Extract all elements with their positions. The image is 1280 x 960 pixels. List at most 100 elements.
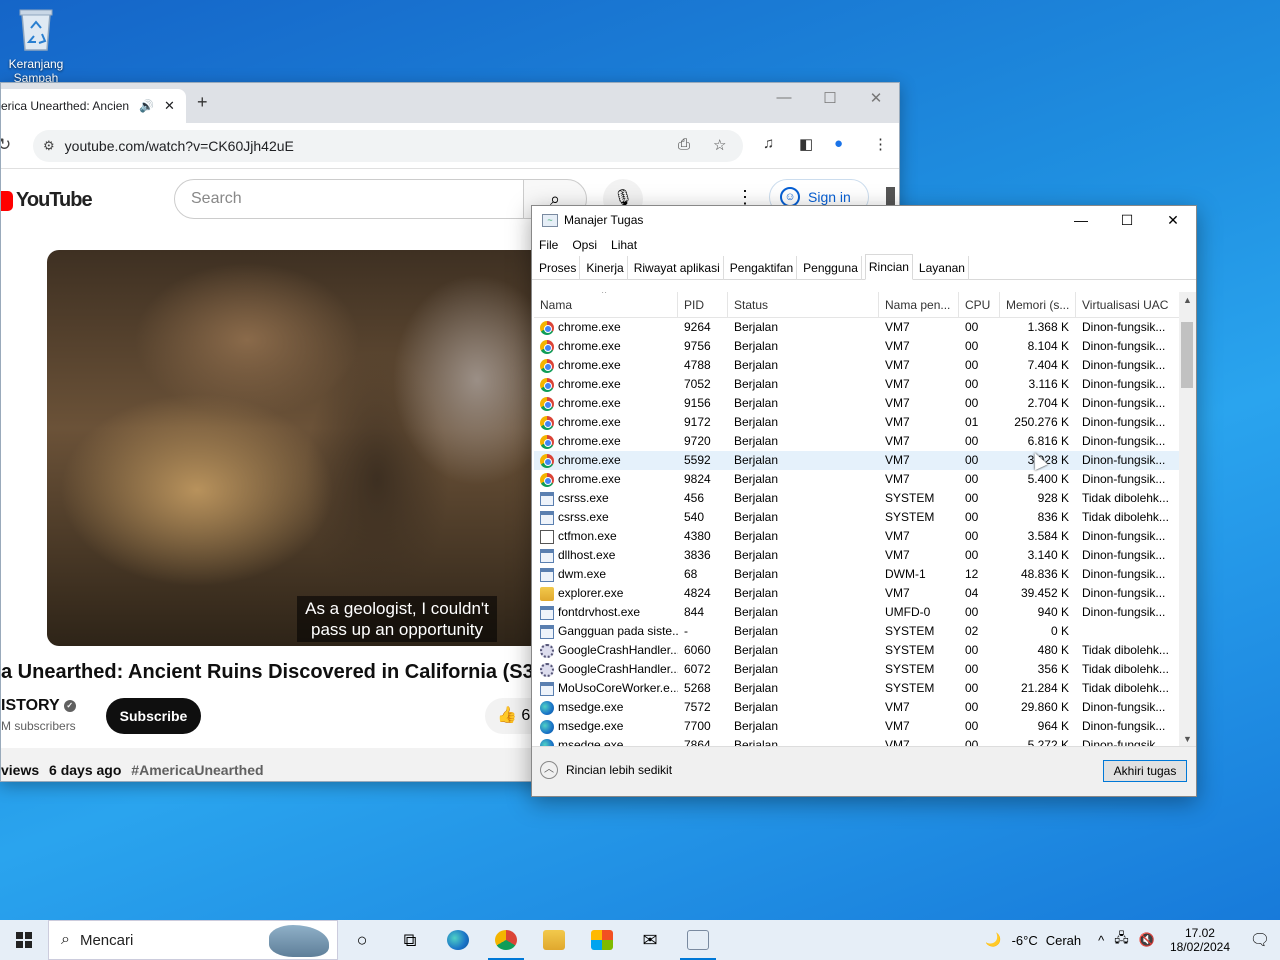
menu-file[interactable]: File (539, 238, 558, 252)
table-row[interactable]: Gangguan pada siste... - Berjalan SYSTEM 02 0… (534, 622, 1180, 641)
browser-tab-active[interactable]: erica Unearthed: Ancien 🔊 ✕ (1, 89, 186, 123)
hashtag-link[interactable]: #AmericaUnearthed (131, 762, 263, 778)
tab-details[interactable]: Rincian (864, 254, 913, 280)
subscribe-button[interactable]: Subscribe (106, 698, 201, 734)
close-tab-icon[interactable]: ✕ (164, 98, 175, 114)
table-row[interactable]: chrome.exe 9156 Berjalan VM7 00 2.704 K Dinon-… (534, 394, 1180, 413)
column-header-pid[interactable]: PID (678, 292, 728, 318)
media-controls-icon[interactable]: ♫ (763, 135, 774, 152)
volume-muted-icon[interactable]: 🔇 (1139, 932, 1155, 948)
tab-services[interactable]: Layanan (916, 256, 969, 280)
table-row[interactable]: msedge.exe 7572 Berjalan VM7 00 29.860 K Dinon… (534, 698, 1180, 717)
recycle-bin-desktop-icon[interactable]: Keranjang Sampah (6, 6, 66, 85)
maximize-button[interactable]: ☐ (807, 89, 853, 107)
close-window-button[interactable]: ✕ (853, 89, 899, 107)
clock[interactable]: 17.02 18/02/2024 (1170, 926, 1230, 954)
process-cpu: 00 (965, 643, 979, 657)
table-row[interactable]: chrome.exe 9172 Berjalan VM7 01 250.276 K Dino… (534, 413, 1180, 432)
table-row[interactable]: explorer.exe 4824 Berjalan VM7 04 39.452 K Din… (534, 584, 1180, 603)
tab-performance[interactable]: Kinerja (583, 256, 628, 280)
youtube-search-input[interactable]: Search (174, 179, 524, 219)
task-manager-taskbar-icon[interactable] (674, 920, 722, 960)
bookmark-star-icon[interactable]: ☆ (713, 136, 726, 154)
table-row[interactable]: chrome.exe 9264 Berjalan VM7 00 1.368 K Dinon-… (534, 318, 1180, 337)
process-name-text: dllhost.exe (558, 548, 616, 562)
table-row[interactable]: chrome.exe 7052 Berjalan VM7 00 3.116 K Dinon-… (534, 375, 1180, 394)
table-scrollbar[interactable]: ▲ ▼ (1179, 292, 1196, 748)
menu-view[interactable]: Lihat (611, 238, 637, 252)
process-uac: Dinon-fungsik... (1082, 700, 1166, 714)
video-player[interactable]: As a geologist, I couldn't pass up an op… (47, 250, 547, 646)
column-header-memory[interactable]: Memori (s... (1000, 292, 1076, 318)
channel-name[interactable]: ISTORY ✓ (1, 697, 76, 715)
tab-users[interactable]: Pengguna (800, 256, 862, 280)
weather-moon-icon[interactable]: 🌙 (985, 932, 1001, 948)
task-view-icon[interactable]: ⧉ (386, 920, 434, 960)
table-row[interactable]: csrss.exe 540 Berjalan SYSTEM 00 836 K Tidak d… (534, 508, 1180, 527)
profile-avatar-icon[interactable]: ● (834, 135, 843, 152)
file-explorer-taskbar-icon[interactable] (530, 920, 578, 960)
network-icon[interactable]: 🖧 (1114, 929, 1129, 951)
process-name-text: chrome.exe (558, 377, 621, 391)
table-row[interactable]: ctfmon.exe 4380 Berjalan VM7 00 3.584 K Dinon-… (534, 527, 1180, 546)
table-row[interactable]: chrome.exe 4788 Berjalan VM7 00 7.404 K Dinon-… (534, 356, 1180, 375)
column-header-status[interactable]: Status (728, 292, 879, 318)
mail-taskbar-icon[interactable]: ✉ (626, 920, 674, 960)
chrome-taskbar-icon[interactable] (482, 920, 530, 960)
fewer-details-button[interactable]: ︿ Rincian lebih sedikit (540, 761, 672, 779)
process-username: VM7 (885, 396, 910, 410)
weather-temperature[interactable]: -6°C (1012, 933, 1038, 948)
process-pid: 4788 (684, 358, 711, 372)
tab-startup[interactable]: Pengaktifan (727, 256, 798, 280)
action-center-icon[interactable]: 🗨 (1240, 930, 1280, 950)
table-row[interactable]: chrome.exe 5592 Berjalan VM7 00 3.928 K Dinon-… (534, 451, 1180, 470)
tm-close-button[interactable]: ✕ (1150, 206, 1196, 234)
window-title: Manajer Tugas (564, 213, 644, 227)
end-task-button[interactable]: Akhiri tugas (1103, 760, 1187, 782)
address-bar[interactable]: ⚙ youtube.com/watch?v=CK60Jjh42uE ⎙ ☆ (33, 130, 743, 162)
weather-description[interactable]: Cerah (1046, 933, 1081, 948)
speaker-icon[interactable]: 🔊 (139, 99, 154, 113)
tm-minimize-button[interactable]: — (1058, 206, 1104, 234)
table-row[interactable]: GoogleCrashHandler... 6060 Berjalan SYSTEM 0… (534, 641, 1180, 660)
table-row[interactable]: chrome.exe 9720 Berjalan VM7 00 6.816 K Dinon-… (534, 432, 1180, 451)
side-panel-icon[interactable]: ◧ (799, 135, 813, 153)
reload-icon[interactable]: ↻ (1, 135, 11, 155)
start-button[interactable] (0, 920, 48, 960)
cortana-icon[interactable]: ○ (338, 920, 386, 960)
table-row[interactable]: dwm.exe 68 Berjalan DWM-1 12 48.836 K Dinon-fu… (534, 565, 1180, 584)
taskbar-search-box[interactable]: ⌕ Mencari (48, 920, 338, 960)
process-username: VM7 (885, 358, 910, 372)
minimize-button[interactable]: — (761, 89, 807, 107)
chrome-menu-icon[interactable]: ⋮ (873, 135, 888, 153)
table-row[interactable]: csrss.exe 456 Berjalan SYSTEM 00 928 K Tidak d… (534, 489, 1180, 508)
video-caption: As a geologist, I couldn't pass up an op… (297, 596, 497, 642)
table-row[interactable]: dllhost.exe 3836 Berjalan VM7 00 3.140 K Dinon… (534, 546, 1180, 565)
process-name: GoogleCrashHandler... (534, 641, 678, 660)
table-row[interactable]: GoogleCrashHandler... 6072 Berjalan SYSTEM 0… (534, 660, 1180, 679)
show-hidden-icons-chevron-icon[interactable]: ^ (1098, 933, 1104, 948)
process-status: Berjalan (734, 491, 779, 505)
tab-processes[interactable]: Proses (536, 256, 581, 280)
process-name: MoUsoCoreWorker.e... (534, 679, 678, 698)
youtube-logo[interactable]: YouTube (1, 189, 93, 212)
site-info-icon[interactable]: ⚙ (43, 138, 55, 154)
new-tab-button[interactable]: + (197, 92, 208, 113)
edge-taskbar-icon[interactable] (434, 920, 482, 960)
store-taskbar-icon[interactable] (578, 920, 626, 960)
process-name: chrome.exe (534, 356, 678, 375)
menu-options[interactable]: Opsi (572, 238, 597, 252)
table-row[interactable]: MoUsoCoreWorker.e... 5268 Berjalan SYSTEM 00… (534, 679, 1180, 698)
table-row[interactable]: chrome.exe 9756 Berjalan VM7 00 8.104 K Dinon-… (534, 337, 1180, 356)
table-row[interactable]: fontdrvhost.exe 844 Berjalan UMFD-0 00 940 K D… (534, 603, 1180, 622)
table-row[interactable]: chrome.exe 9824 Berjalan VM7 00 5.400 K Dinon-… (534, 470, 1180, 489)
tm-maximize-button[interactable]: ☐ (1104, 206, 1150, 234)
table-row[interactable]: msedge.exe 7700 Berjalan VM7 00 964 K Dinon-fu… (534, 717, 1180, 736)
install-app-icon[interactable]: ⎙ (678, 136, 690, 153)
table-scrollbar-thumb[interactable] (1181, 322, 1193, 388)
tab-app-history[interactable]: Riwayat aplikasi (631, 256, 724, 280)
column-header-username[interactable]: Nama pen... (879, 292, 959, 318)
column-header-cpu[interactable]: CPU (959, 292, 1000, 318)
column-header-uac[interactable]: Virtualisasi UAC (1076, 292, 1180, 318)
scroll-up-icon[interactable]: ▲ (1179, 292, 1196, 309)
